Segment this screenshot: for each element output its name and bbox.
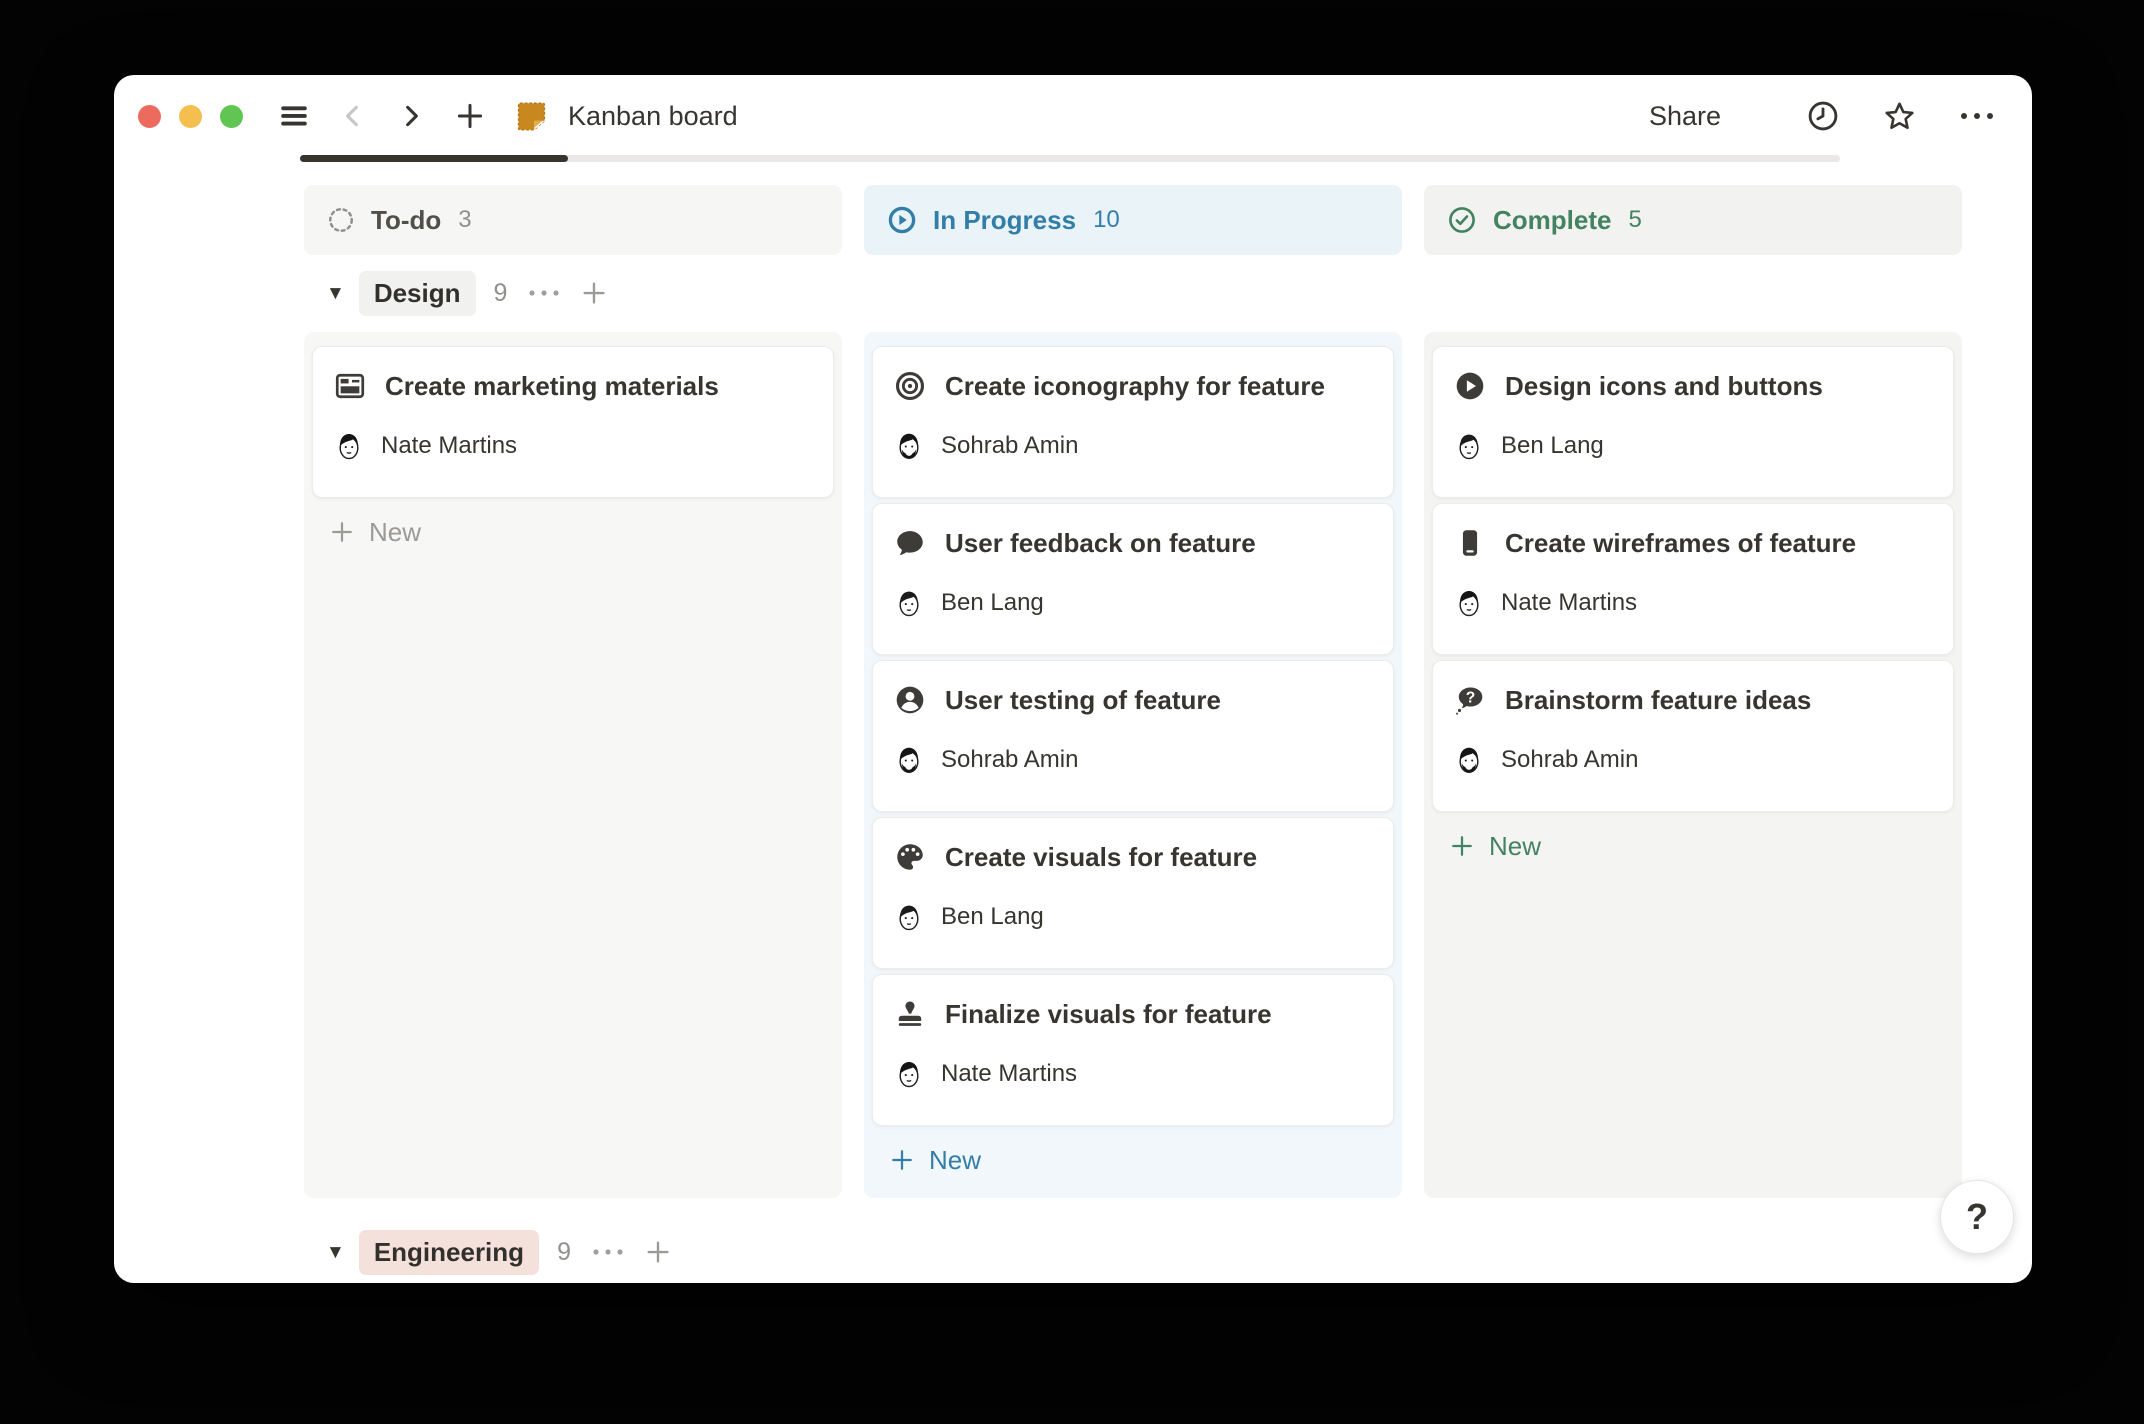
collapse-toggle-icon[interactable]: ▼ [326, 1243, 345, 1262]
new-page-icon[interactable] [453, 99, 487, 133]
column-header-in-progress[interactable]: In Progress 10 [864, 185, 1402, 255]
page-title[interactable]: Kanban board [568, 101, 738, 132]
stamp-icon [893, 997, 927, 1031]
kanban-column-in-progress: In Progress 10 Create iconography for feat… [864, 185, 1402, 1198]
card-title: Create wireframes of feature [1505, 528, 1856, 559]
plus-icon [328, 518, 356, 546]
plus-icon [1448, 832, 1476, 860]
play-circle-icon [1453, 369, 1487, 403]
assignee-name: Sohrab Amin [941, 746, 1078, 774]
card[interactable]: Create marketing materials Nate Martins [312, 346, 834, 498]
avatar [893, 901, 925, 933]
new-card-label: New [369, 517, 421, 548]
column-header-todo[interactable]: To-do 3 [304, 185, 842, 255]
assignee-name: Nate Martins [1501, 589, 1637, 617]
share-button[interactable]: Share [1649, 101, 1721, 132]
assignee-name: Sohrab Amin [941, 432, 1078, 460]
group-count: 9 [557, 1238, 571, 1267]
new-card-button[interactable]: New [872, 1140, 1394, 1180]
avatar [893, 587, 925, 619]
card[interactable]: Create iconography for feature Sohrab Ami… [872, 346, 1394, 498]
svg-text:?: ? [1466, 689, 1476, 706]
card-title: User testing of feature [945, 685, 1221, 716]
card-title: Create iconography for feature [945, 371, 1325, 402]
horizontal-scrollbar-track[interactable] [300, 155, 1840, 162]
column-body-in-progress: Create iconography for feature Sohrab Ami… [864, 332, 1402, 1198]
column-label: Complete [1493, 205, 1611, 236]
card-title: Finalize visuals for feature [945, 999, 1272, 1030]
card[interactable]: ? Brainstorm feature ideas Sohrab Amin [1432, 660, 1954, 812]
page-emoji-icon [513, 98, 550, 135]
column-label: In Progress [933, 205, 1076, 236]
group-more-options-icon[interactable] [591, 1247, 625, 1257]
sidebar-menu-icon[interactable] [277, 99, 311, 133]
avatar [893, 1058, 925, 1090]
assignee-name: Nate Martins [941, 1060, 1077, 1088]
avatar [893, 430, 925, 462]
forward-icon[interactable] [395, 100, 427, 132]
new-card-label: New [1489, 831, 1541, 862]
new-card-button[interactable]: New [312, 512, 834, 552]
bullseye-icon [893, 369, 927, 403]
thought-question-icon: ? [1453, 683, 1487, 717]
assignee-name: Nate Martins [381, 432, 517, 460]
card[interactable]: Create wireframes of feature Nate Martins [1432, 503, 1954, 655]
group-row-engineering: ▼ Engineering 9 [304, 1227, 673, 1277]
more-options-icon[interactable] [1958, 109, 1996, 123]
assignee-name: Sohrab Amin [1501, 746, 1638, 774]
column-header-complete[interactable]: Complete 5 [1424, 185, 1962, 255]
help-button[interactable]: ? [1940, 1180, 2014, 1254]
card-title: User feedback on feature [945, 528, 1256, 559]
assignee-name: Ben Lang [941, 903, 1044, 931]
card[interactable]: User testing of feature Sohrab Amin [872, 660, 1394, 812]
card[interactable]: Design icons and buttons Ben Lang [1432, 346, 1954, 498]
favorite-star-icon[interactable] [1881, 98, 1918, 135]
traffic-lights [138, 105, 243, 128]
card[interactable]: Create visuals for feature Ben Lang [872, 817, 1394, 969]
phone-icon [1453, 526, 1487, 560]
column-count: 3 [458, 206, 471, 234]
speech-bubble-icon [893, 526, 927, 560]
card[interactable]: User feedback on feature Ben Lang [872, 503, 1394, 655]
close-button[interactable] [138, 105, 161, 128]
user-circle-icon [893, 683, 927, 717]
card[interactable]: Finalize visuals for feature Nate Martins [872, 974, 1394, 1126]
column-body-todo: Create marketing materials Nate Martins Ne… [304, 332, 842, 1198]
back-icon[interactable] [337, 100, 369, 132]
group-pill-engineering[interactable]: Engineering [359, 1230, 539, 1275]
avatar [1453, 430, 1485, 462]
avatar [1453, 744, 1485, 776]
minimize-button[interactable] [179, 105, 202, 128]
card-title: Design icons and buttons [1505, 371, 1823, 402]
app-window: Kanban board Share ▼ Design [114, 75, 2032, 1283]
desktop-background: Kanban board Share ▼ Design [0, 0, 2144, 1424]
card-title: Create marketing materials [385, 371, 719, 402]
avatar [333, 430, 365, 462]
newspaper-icon [333, 369, 367, 403]
zoom-button[interactable] [220, 105, 243, 128]
group-add-icon[interactable] [643, 1237, 673, 1267]
assignee-name: Ben Lang [941, 589, 1044, 617]
clock-history-icon[interactable] [1805, 98, 1841, 134]
dashed-circle-icon [326, 205, 356, 235]
kanban-column-todo: To-do 3 Create marketing materials Nate Mar… [304, 185, 842, 1198]
card-title: Create visuals for feature [945, 842, 1257, 873]
horizontal-scrollbar-thumb[interactable] [300, 155, 568, 162]
check-circle-icon [1446, 204, 1478, 236]
title-bar: Kanban board Share [114, 75, 2032, 157]
column-body-complete: Design icons and buttons Ben Lang Create w… [1424, 332, 1962, 1198]
avatar [1453, 587, 1485, 619]
column-label: To-do [371, 205, 441, 236]
column-count: 5 [1628, 206, 1641, 234]
play-outline-icon [886, 204, 918, 236]
column-count: 10 [1093, 206, 1120, 234]
assignee-name: Ben Lang [1501, 432, 1604, 460]
card-title: Brainstorm feature ideas [1505, 685, 1811, 716]
kanban-column-complete: Complete 5 Design icons and buttons Ben Lan… [1424, 185, 1962, 1198]
avatar [893, 744, 925, 776]
new-card-button[interactable]: New [1432, 826, 1954, 866]
new-card-label: New [929, 1145, 981, 1176]
palette-icon [893, 840, 927, 874]
plus-icon [888, 1146, 916, 1174]
